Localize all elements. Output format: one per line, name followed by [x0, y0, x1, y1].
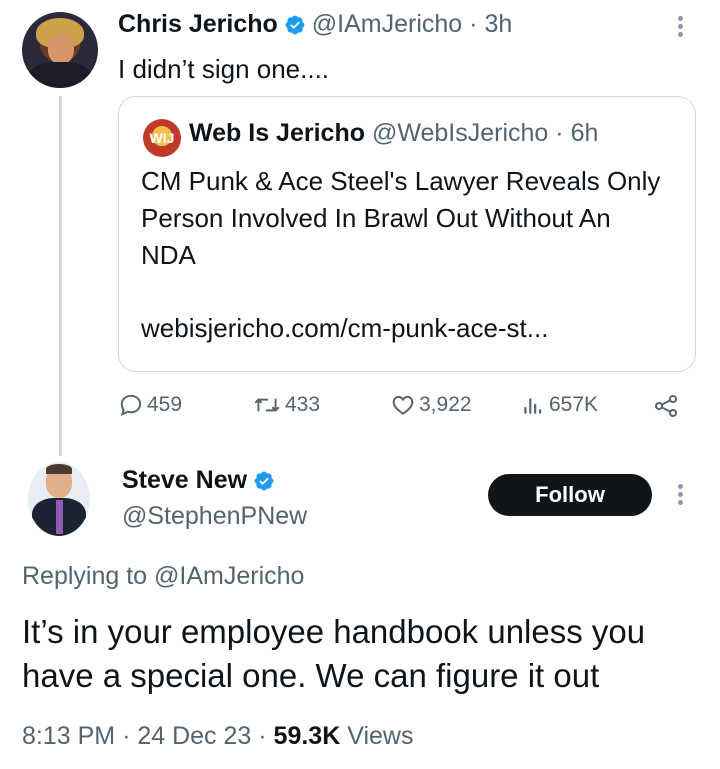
- action-bar: 459 433 3,922 657K: [118, 392, 698, 424]
- reply-author: Steve New: [122, 466, 281, 495]
- reply-icon: [120, 394, 142, 416]
- quote-header: Web Is Jericho @WebIsJericho · 6h: [189, 119, 598, 148]
- retweet-button[interactable]: 433: [252, 392, 320, 418]
- tweet-time[interactable]: 8:13 PM: [22, 722, 115, 750]
- views-button[interactable]: 657K: [520, 392, 598, 418]
- retweet-count: 433: [285, 393, 321, 416]
- meta-separator: ·: [122, 722, 131, 750]
- timestamp[interactable]: 3h: [484, 10, 512, 39]
- follow-button[interactable]: Follow: [488, 474, 652, 516]
- tweet-date[interactable]: 24 Dec 23: [137, 722, 251, 750]
- replying-prefix: Replying to: [22, 562, 148, 590]
- quote-timestamp: 6h: [570, 119, 599, 147]
- like-button[interactable]: 3,922: [390, 392, 472, 418]
- quote-author-name: Web Is Jericho: [189, 119, 365, 147]
- avatar-face: [48, 34, 74, 64]
- views-icon: [524, 398, 542, 414]
- views-total: 59.3K: [273, 722, 341, 750]
- avatar[interactable]: [28, 462, 90, 536]
- quote-link[interactable]: webisjericho.com/cm-punk-ace-st...: [141, 313, 548, 344]
- retweet-icon: [254, 398, 280, 412]
- tweet-header: Chris Jericho @IAmJericho · 3h: [118, 10, 512, 39]
- verified-icon: [285, 15, 305, 34]
- tweet-meta: 8:13 PM · 24 Dec 23 · 59.3K Views: [22, 722, 413, 751]
- more-icon[interactable]: [676, 14, 686, 40]
- quote-avatar: WIJ: [143, 119, 181, 157]
- more-icon[interactable]: [676, 482, 686, 508]
- author-name[interactable]: Chris Jericho: [118, 10, 278, 39]
- verified-icon: [254, 471, 274, 490]
- reply-author-name[interactable]: Steve New: [122, 466, 247, 495]
- author-handle[interactable]: @IAmJericho: [312, 10, 462, 39]
- quote-text: CM Punk & Ace Steel's Lawyer Reveals Onl…: [141, 166, 661, 270]
- tweet-text: I didn’t sign one....: [118, 54, 330, 84]
- thread-line: [59, 96, 62, 456]
- reply-text: It’s in your employee handbook unless yo…: [22, 613, 646, 694]
- reply-author-handle[interactable]: @StephenPNew: [122, 502, 307, 531]
- avatar-tie: [56, 500, 63, 534]
- replying-handle[interactable]: @IAmJericho: [154, 562, 304, 590]
- meta-separator: ·: [258, 722, 267, 750]
- share-button[interactable]: [652, 392, 683, 420]
- quote-author-handle: @WebIsJericho: [371, 119, 549, 147]
- separator: ·: [469, 10, 478, 38]
- reply-count: 459: [147, 393, 183, 416]
- quote-avatar-text: WIJ: [149, 130, 175, 146]
- views-count: 657K: [549, 393, 599, 416]
- like-count: 3,922: [419, 393, 472, 416]
- reply-button[interactable]: 459: [118, 392, 182, 418]
- avatar-body: [28, 62, 92, 88]
- quote-separator: ·: [555, 119, 564, 147]
- share-icon: [654, 394, 678, 418]
- avatar[interactable]: [22, 12, 98, 88]
- avatar-hair: [46, 464, 72, 474]
- views-label: Views: [347, 722, 414, 750]
- quote-card[interactable]: WIJ Web Is Jericho @WebIsJericho · 6h CM…: [118, 96, 696, 372]
- like-icon: [392, 395, 414, 415]
- replying-to: Replying to @IAmJericho: [22, 562, 304, 591]
